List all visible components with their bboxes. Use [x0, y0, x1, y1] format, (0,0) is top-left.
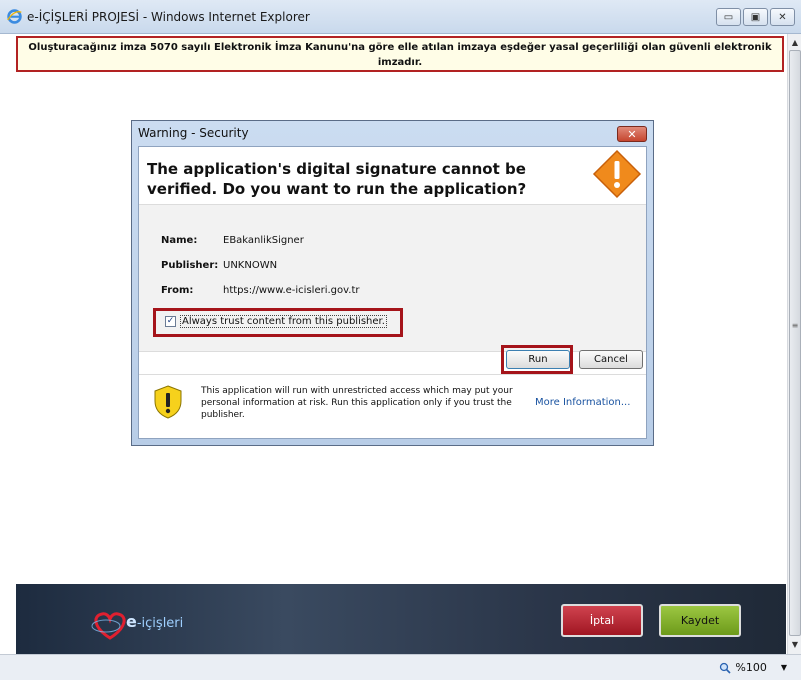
- name-label: Name:: [161, 235, 198, 246]
- dialog-heading: The application's digital signature cann…: [147, 160, 527, 198]
- brand-name-rest: -içişleri: [136, 616, 184, 631]
- warning-diamond-icon: [592, 149, 642, 199]
- brand-name-prefix: e: [126, 612, 137, 631]
- window-title: e-İÇİŞLERİ PROJESİ - Windows Internet Ex…: [27, 10, 310, 24]
- scroll-down-arrow-icon[interactable]: ▼: [789, 638, 801, 652]
- from-value: https://www.e-icisleri.gov.tr: [223, 285, 360, 296]
- trust-checkbox[interactable]: ✓: [165, 316, 176, 327]
- publisher-label: Publisher:: [161, 260, 219, 271]
- name-value: EBakanlikSigner: [223, 235, 304, 246]
- status-bar: %100 ▼: [0, 654, 801, 680]
- zoom-magnifier-icon: [720, 662, 731, 674]
- kaydet-button[interactable]: Kaydet: [659, 604, 741, 637]
- shield-warning-icon: [154, 385, 182, 419]
- footer-branding-bar: e-içişleri İptal Kaydet: [16, 584, 786, 654]
- vertical-scrollbar[interactable]: ▲ ≡ ▼: [787, 34, 801, 654]
- legal-notice: Oluşturacağınız imza 5070 sayılı Elektro…: [16, 36, 784, 72]
- trust-checkbox-label[interactable]: Always trust content from this publisher…: [180, 315, 387, 328]
- maximize-button[interactable]: ▣: [743, 8, 768, 26]
- from-label: From:: [161, 285, 194, 296]
- page-content: Oluşturacağınız imza 5070 sayılı Elektro…: [0, 34, 787, 654]
- risk-notice: This application will run with unrestric…: [139, 374, 646, 438]
- minimize-button[interactable]: ▭: [716, 8, 741, 26]
- application-info-panel: Name: EBakanlikSigner Publisher: UNKNOWN…: [139, 204, 646, 352]
- brand-name: e-içişleri: [126, 612, 183, 631]
- trust-publisher-option[interactable]: ✓ Always trust content from this publish…: [165, 315, 387, 328]
- dialog-body: The application's digital signature cann…: [138, 146, 647, 439]
- iptal-button[interactable]: İptal: [561, 604, 643, 637]
- risk-notice-text: This application will run with unrestric…: [201, 386, 513, 420]
- run-button[interactable]: Run: [506, 350, 570, 369]
- dialog-title: Warning - Security: [138, 126, 249, 140]
- publisher-value: UNKNOWN: [223, 260, 278, 271]
- window-controls: ▭ ▣ ✕: [716, 8, 795, 26]
- cancel-button[interactable]: Cancel: [579, 350, 643, 369]
- security-warning-dialog: Warning - Security ✕ The application's d…: [131, 120, 654, 446]
- dialog-close-button[interactable]: ✕: [617, 126, 647, 142]
- zoom-dropdown-icon[interactable]: ▼: [781, 663, 787, 672]
- scroll-thumb[interactable]: ≡: [789, 50, 801, 636]
- zoom-control[interactable]: %100 ▼: [719, 661, 787, 674]
- zoom-level: %100: [735, 661, 767, 674]
- close-button[interactable]: ✕: [770, 8, 795, 26]
- window-titlebar: e-İÇİŞLERİ PROJESİ - Windows Internet Ex…: [0, 0, 801, 34]
- scroll-up-arrow-icon[interactable]: ▲: [789, 36, 801, 50]
- internet-explorer-icon: [7, 9, 22, 24]
- more-information-link[interactable]: More Information...: [535, 397, 630, 408]
